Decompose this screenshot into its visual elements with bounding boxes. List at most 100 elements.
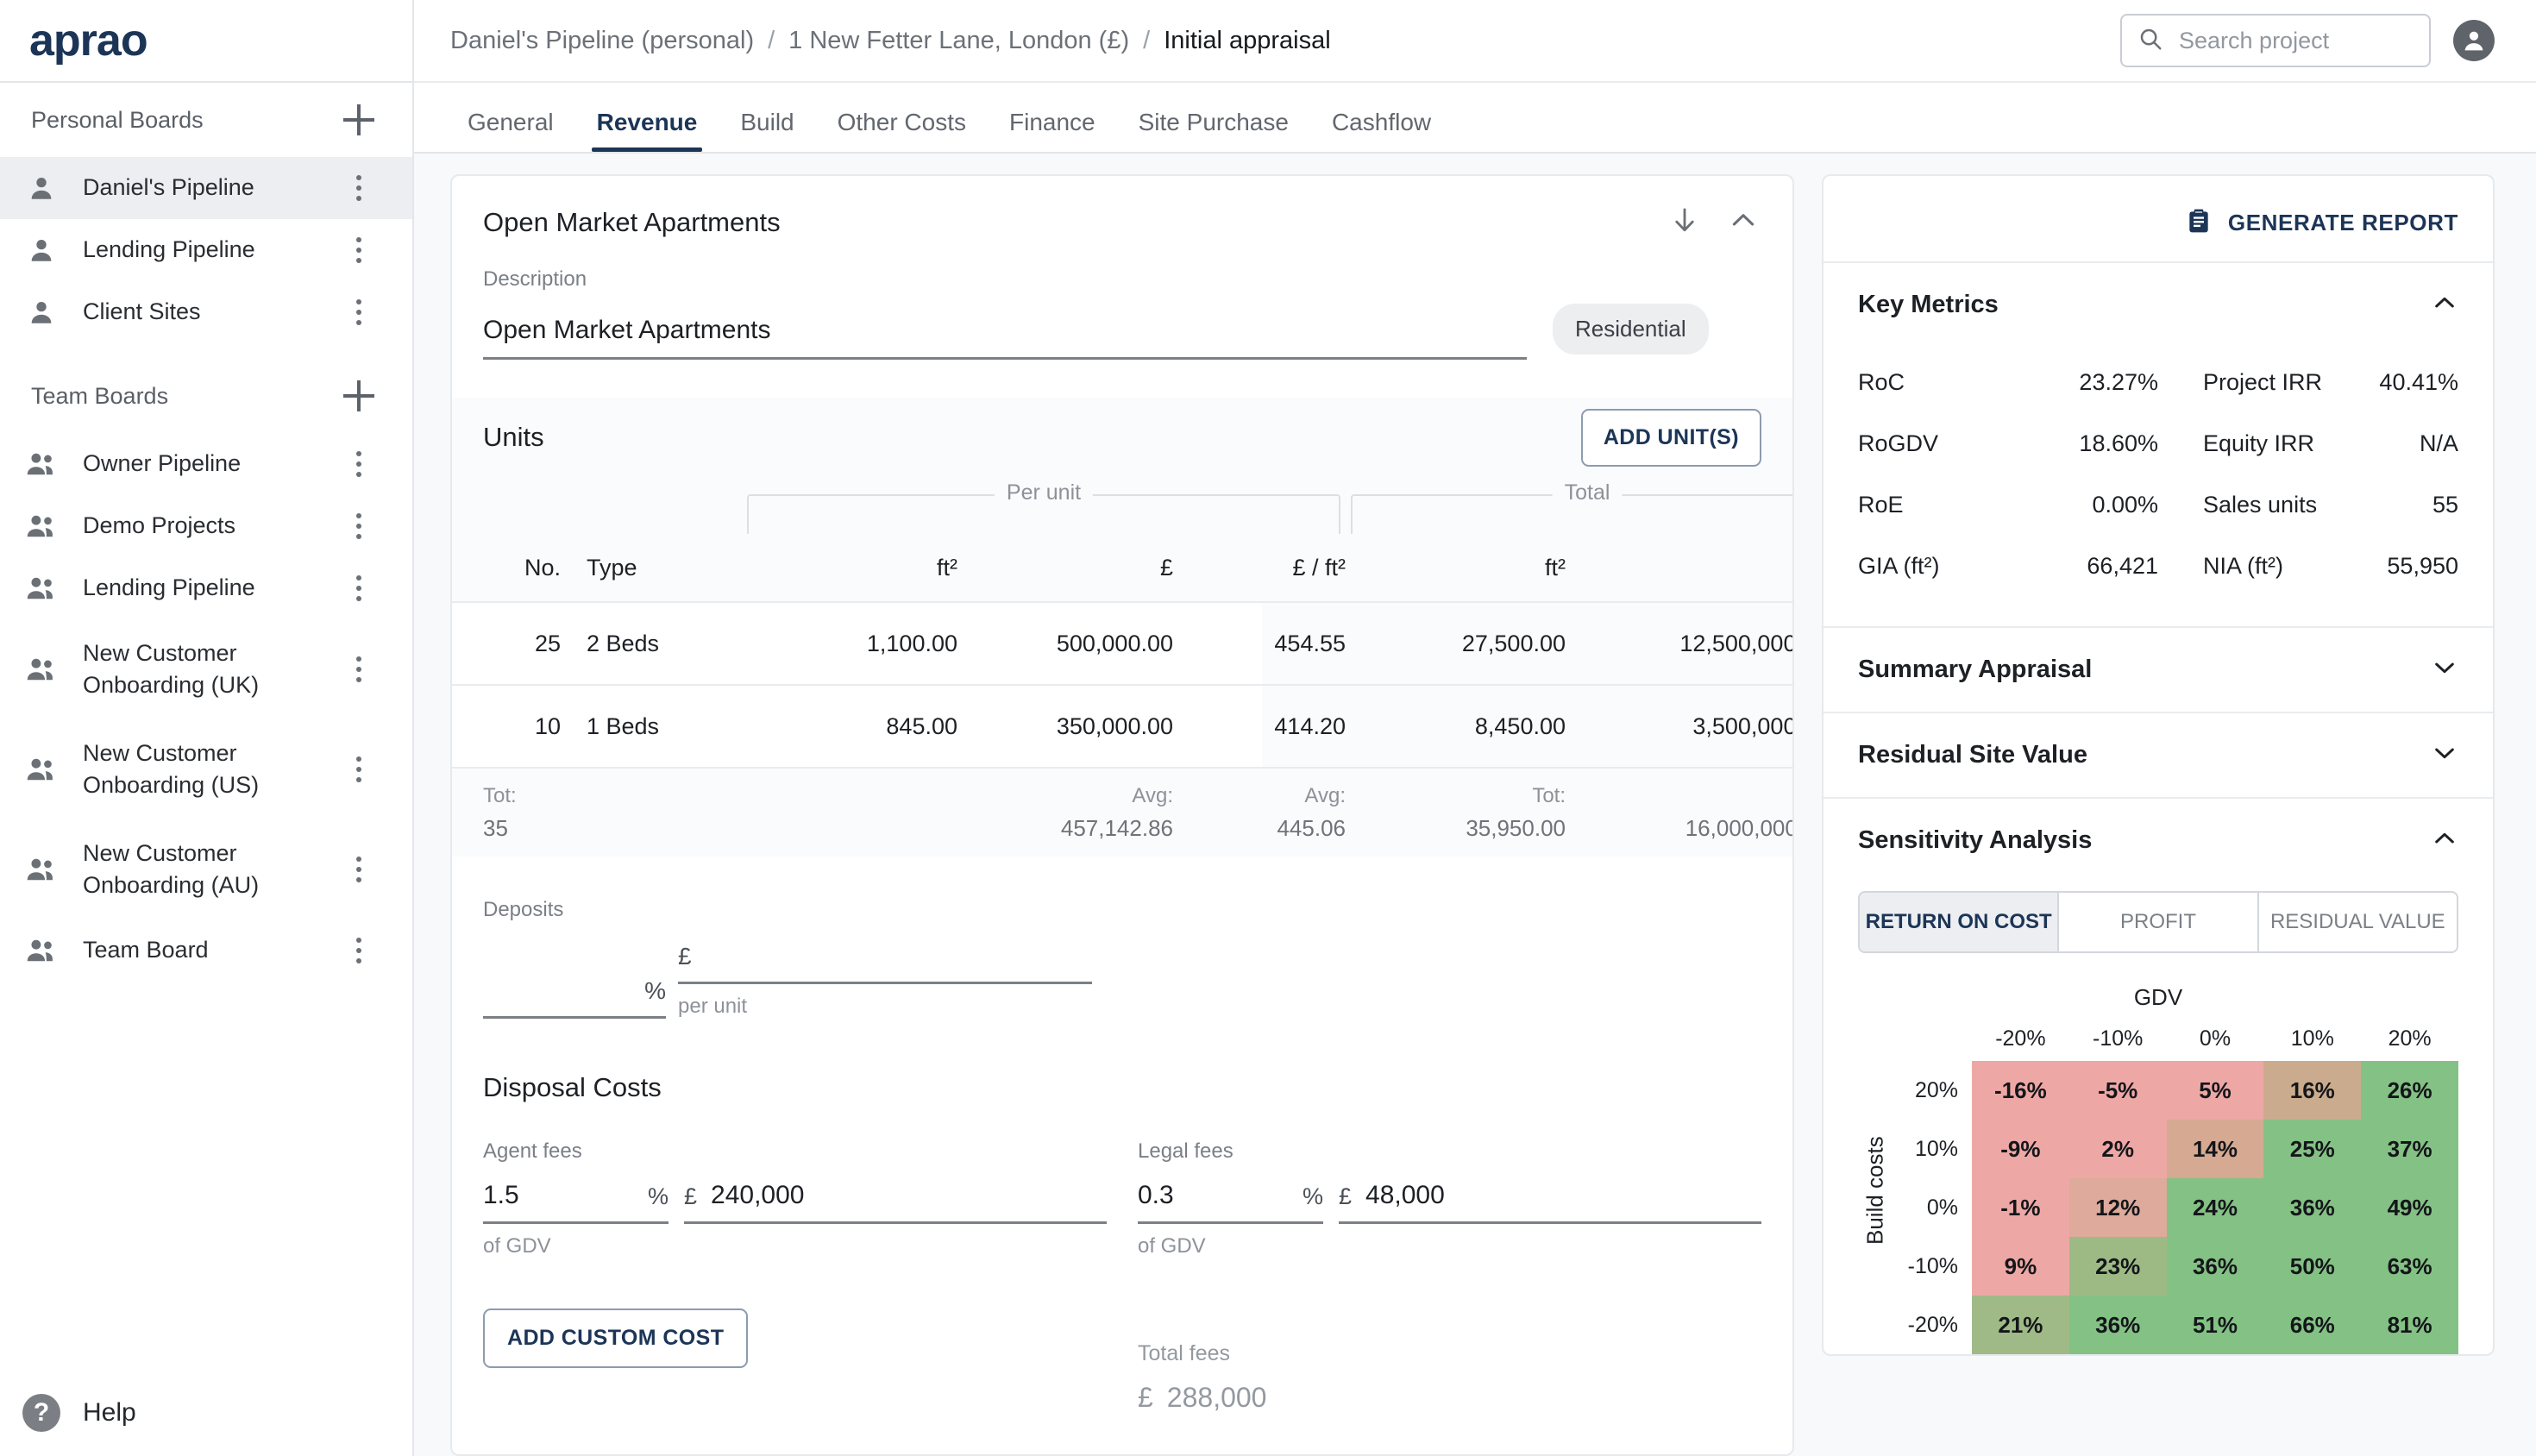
tab-revenue[interactable]: Revenue [585, 109, 710, 152]
heatmap-x-tick: 10% [2290, 1026, 2334, 1051]
clipboard-icon [2185, 207, 2213, 239]
logo-container: aprao [0, 0, 412, 83]
people-icon [0, 511, 83, 541]
total-fees-value-row: £ 288,000 [1138, 1382, 1761, 1414]
sidebar-item-client-sites[interactable]: Client Sites [0, 281, 412, 343]
agent-fees-percent-input[interactable]: 1.5 % [483, 1181, 669, 1224]
segment-residual-value[interactable]: RESIDUAL VALUE [2259, 893, 2457, 951]
total-fees-label: Total fees [1138, 1341, 1231, 1365]
right-panel: GENERATE REPORT Key Metrics RoC 23.27% P… [1822, 174, 2495, 1356]
tab-site-purchase[interactable]: Site Purchase [1127, 109, 1301, 152]
sidebar-item-new-customer-onboarding-uk[interactable]: New Customer Onboarding (UK) [0, 619, 412, 719]
chevron-down-icon[interactable] [2431, 654, 2458, 686]
tab-general[interactable]: General [455, 109, 566, 152]
tab-cashflow[interactable]: Cashflow [1320, 109, 1443, 152]
heatmap-cell: 81% [2361, 1296, 2458, 1354]
add-custom-cost-button[interactable]: ADD CUSTOM COST [483, 1309, 749, 1368]
units-table: Per unit Total No. Type ft² £ £ / ft² ft… [452, 477, 1792, 857]
agent-fees-amount-input[interactable]: £ 240,000 [684, 1181, 1107, 1224]
board-options-icon[interactable] [343, 447, 374, 481]
add-team-board-icon[interactable] [343, 380, 374, 411]
key-metrics-header[interactable]: Key Metrics [1824, 263, 2493, 347]
board-options-icon[interactable] [343, 652, 374, 687]
segment-return-on-cost[interactable]: RETURN ON COST [1860, 893, 2060, 951]
column-header-no: No. [524, 554, 561, 581]
segment-profit[interactable]: PROFIT [2059, 893, 2259, 951]
legal-fees-amount-input[interactable]: £ 48,000 [1339, 1181, 1761, 1224]
sidebar-item-label: Owner Pipeline [83, 450, 242, 477]
board-options-icon[interactable] [343, 571, 374, 606]
sidebar-item-owner-pipeline[interactable]: Owner Pipeline [0, 433, 412, 495]
personal-boards-label: Personal Boards [31, 106, 204, 133]
chevron-up-icon[interactable] [2431, 289, 2458, 321]
content-area: Open Market Apartments Description Open … [414, 154, 2536, 1456]
use-class-chip[interactable]: Residential [1553, 304, 1709, 355]
deposits-hint: per unit [678, 995, 748, 1018]
board-options-icon[interactable] [343, 233, 374, 267]
sidebar-item-label: Demo Projects [83, 512, 236, 539]
legal-fees-percent-value: 0.3 [1138, 1181, 1174, 1209]
key-metrics-title: Key Metrics [1858, 291, 1999, 318]
chevron-up-icon[interactable] [2431, 825, 2458, 857]
sidebar-item-daniels-pipeline[interactable]: Daniel's Pipeline [0, 157, 412, 219]
residual-site-value-header[interactable]: Residual Site Value [1824, 713, 2493, 797]
board-options-icon[interactable] [343, 752, 374, 787]
sidebar-item-lending-pipeline-team[interactable]: Lending Pipeline [0, 557, 412, 619]
column-header-total-ft2: ft² [1545, 554, 1566, 581]
help-button[interactable]: ? Help [0, 1394, 412, 1432]
agent-fees-inputs: 1.5 % £ 240,000 [483, 1181, 1107, 1224]
breadcrumb-item-board[interactable]: Daniel's Pipeline (personal) [450, 27, 754, 55]
totals-no: Tot: 35 [483, 784, 561, 842]
sidebar-item-new-customer-onboarding-au[interactable]: New Customer Onboarding (AU) [0, 819, 412, 919]
deposits-amount-input[interactable]: £ [678, 943, 1092, 984]
add-units-button[interactable]: ADD UNIT(S) [1580, 408, 1761, 467]
totals-total-ft2-label: Tot: [1532, 783, 1566, 807]
sidebar-item-label: Lending Pipeline [83, 236, 255, 263]
board-options-icon[interactable] [343, 171, 374, 205]
heatmap-cell: 23% [2068, 1237, 2167, 1296]
column-header-per-unit-ft2: ft² [937, 554, 957, 581]
deposits-percent-input[interactable]: % [483, 977, 666, 1019]
tab-finance[interactable]: Finance [997, 109, 1108, 152]
account-circle-icon[interactable] [2453, 20, 2495, 61]
people-icon [0, 936, 83, 965]
board-options-icon[interactable] [343, 852, 374, 887]
aprao-logo[interactable]: aprao [29, 18, 148, 63]
group-header-per-unit-label: Per unit [994, 480, 1094, 505]
breadcrumb-item-project[interactable]: 1 New Fetter Lane, London (£) [788, 27, 1129, 55]
board-options-icon[interactable] [343, 509, 374, 543]
metric-label-sales-units: Sales units [2203, 492, 2318, 518]
sidebar-item-new-customer-onboarding-us[interactable]: New Customer Onboarding (US) [0, 719, 412, 819]
search-input[interactable]: Search project [2120, 14, 2431, 67]
tab-build[interactable]: Build [728, 109, 806, 152]
cell-per-unit-ft2: 1,100.00 [866, 630, 957, 656]
sidebar-item-team-board[interactable]: Team Board [0, 919, 412, 982]
accordion-residual-site-value: Residual Site Value [1824, 712, 2493, 797]
board-options-icon[interactable] [343, 295, 374, 329]
question-mark-icon: ? [0, 1394, 83, 1432]
description-input[interactable]: Open Market Apartments [483, 316, 1527, 360]
chevron-up-icon[interactable] [1729, 205, 1758, 235]
sensitivity-analysis-header[interactable]: Sensitivity Analysis [1824, 799, 2493, 882]
sensitivity-body: RETURN ON COST PROFIT RESIDUAL VALUE GDV… [1824, 882, 2493, 1354]
people-icon [0, 449, 83, 479]
table-row[interactable]: 10 1 Beds 845.00 350,000.00 414.20 8,450… [452, 684, 1792, 767]
arrow-down-icon[interactable] [1670, 205, 1699, 235]
add-personal-board-icon[interactable] [343, 104, 374, 135]
sidebar-item-lending-pipeline-personal[interactable]: Lending Pipeline [0, 219, 412, 281]
legal-fees-hint: of GDV [1138, 1234, 1206, 1258]
chevron-down-icon[interactable] [2431, 739, 2458, 771]
legal-fees-column: Legal fees 0.3 % £ 48,000 of GDV Total f… [1138, 1139, 1761, 1414]
table-row[interactable]: 25 2 Beds 1,100.00 500,000.00 454.55 27,… [452, 601, 1792, 684]
board-options-icon[interactable] [343, 933, 374, 968]
sidebar-item-demo-projects[interactable]: Demo Projects [0, 495, 412, 557]
tab-other-costs[interactable]: Other Costs [825, 109, 978, 152]
cell-total-ft2: 27,500.00 [1461, 630, 1566, 656]
generate-report-button[interactable]: GENERATE REPORT [1824, 176, 2493, 261]
summary-appraisal-header[interactable]: Summary Appraisal [1824, 628, 2493, 712]
heatmap-cell: 49% [2361, 1178, 2458, 1237]
breadcrumb-separator: / [768, 26, 775, 54]
legal-fees-percent-input[interactable]: 0.3 % [1138, 1181, 1323, 1224]
totals-total-gbp-value: 16,000,000.00 [1685, 814, 1792, 841]
group-header-per-unit: Per unit [742, 480, 1346, 534]
